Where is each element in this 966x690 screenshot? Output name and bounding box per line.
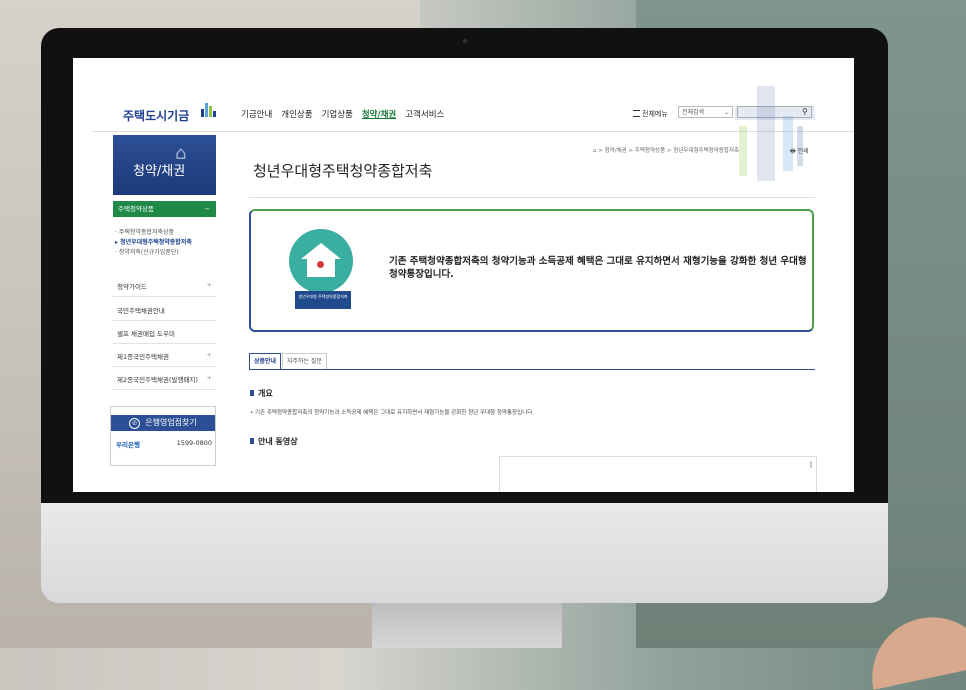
section-overview-text: • 기존 주택청약종합저축의 청약기능과 소득공제 혜택은 그대로 유지하면서 … xyxy=(250,410,535,416)
collapse-icon: − xyxy=(204,205,210,213)
sidebar-subitem-current[interactable]: ▸ 청년우대형주택청약종합저축 xyxy=(115,238,192,248)
product-summary-box: 청년우대형 주택청약종합저축 기존 주택청약종합저축의 청약기능과 소득공제 혜… xyxy=(249,209,814,332)
video-frame[interactable] xyxy=(499,456,817,492)
sidebar-item-bond-info[interactable]: 국민주택채권안내 xyxy=(113,300,216,321)
bank-finder-button[interactable]: ✆ 은행영업점찾기 xyxy=(111,415,215,431)
main-nav: 기금안내 개인상품 기업상품 청약/채권 고객서비스 xyxy=(241,108,444,120)
sidebar-subitem[interactable]: · 청약저축(신규가입중단) xyxy=(115,248,192,258)
scrollbar[interactable] xyxy=(810,461,812,468)
all-menu-label: 전체메뉴 xyxy=(642,110,668,118)
sidebar-item-guide[interactable]: 청약가이드 + xyxy=(113,276,216,297)
nav-item-personal[interactable]: 개인상품 xyxy=(281,108,312,120)
screen: 주택도시기금 기금안내 개인상품 기업상품 청약/채권 고객서비스 전체메뉴 전… xyxy=(73,58,854,492)
book-icon xyxy=(250,438,254,444)
sidebar-item-self-bond[interactable]: 셀프 채권매입 도우미 xyxy=(113,323,216,344)
tab-bar: 상품안내 자주하는 질문 xyxy=(249,350,815,370)
menu-icon xyxy=(633,110,640,117)
sidebar-item-active[interactable]: 주택청약상품 − xyxy=(113,201,216,217)
expand-icon: + xyxy=(206,351,212,359)
sidebar-header: 청약/채권 ⌂ xyxy=(113,135,216,195)
key-icon xyxy=(317,261,324,268)
tab-faq[interactable]: 자주하는 질문 xyxy=(282,353,328,369)
page-title: 청년우대형주택청약종합저축 xyxy=(253,162,433,180)
search-scope-select[interactable]: 전체검색 ⌄ xyxy=(678,106,733,118)
bank-finder-title: 은행영업점찾기 xyxy=(145,418,197,427)
sidebar-item-bond-1[interactable]: 제1종국민주택채권 + xyxy=(113,346,216,367)
camera-icon xyxy=(463,39,467,43)
nav-item-subscription[interactable]: 청약/채권 xyxy=(362,108,396,120)
bank-name: 우리은행 xyxy=(116,441,140,449)
sidebar-item-bond-2[interactable]: 제2종국민주택채권(발행패지) + xyxy=(113,369,216,390)
nav-item-customer[interactable]: 고객서비스 xyxy=(405,108,444,120)
search-scope-value: 전체검색 xyxy=(682,109,705,116)
sidebar-subitem[interactable]: · 주택청약종합저축상품 xyxy=(115,228,192,238)
house-key-illustration xyxy=(289,229,353,293)
nav-item-fund-info[interactable]: 기금안내 xyxy=(241,108,272,120)
decorative-bars xyxy=(735,86,815,181)
monitor-stand xyxy=(372,603,562,648)
all-menu-button[interactable]: 전체메뉴 xyxy=(633,109,668,119)
bank-row: 우리은행 1599-0800 xyxy=(116,439,212,449)
section-overview-title: 개요 xyxy=(250,388,273,399)
tab-product-info[interactable]: 상품안내 xyxy=(249,353,282,369)
sidebar-active-label: 주택청약상품 xyxy=(118,205,154,213)
section-video-title: 안내 동영상 xyxy=(250,436,298,447)
sidebar-sublist: · 주택청약종합저축상품 ▸ 청년우대형주택청약종합저축 · 청약저축(신규가입… xyxy=(115,228,192,258)
logo-text[interactable]: 주택도시기금 xyxy=(123,107,189,124)
expand-icon: + xyxy=(206,374,212,382)
phone-icon: ✆ xyxy=(129,418,141,429)
expand-icon: + xyxy=(206,281,212,289)
roof-icon xyxy=(301,243,341,259)
product-summary-text: 기존 주택청약종합저축의 청약기능과 소득공제 혜택은 그대로 유지하면서 재형… xyxy=(389,256,807,280)
title-divider xyxy=(249,197,815,198)
bank-finder-box: ✆ 은행영업점찾기 우리은행 1599-0800 xyxy=(110,406,216,466)
building-icon: ⌂ xyxy=(175,143,187,164)
bank-tel: 1599-0800 xyxy=(176,439,212,447)
breadcrumb: ⌂ > 청약/채권 > 주택청약상품 > 청년우대형주택청약종합저축 xyxy=(593,148,740,154)
print-button[interactable]: 🖶 인쇄 xyxy=(790,146,809,157)
chevron-down-icon: ⌄ xyxy=(723,109,729,116)
product-badge: 청년우대형 주택청약종합저축 xyxy=(295,291,351,309)
monitor-chin xyxy=(41,503,888,603)
nav-item-business[interactable]: 기업상품 xyxy=(322,108,353,120)
logo-icon xyxy=(201,103,216,117)
book-icon xyxy=(250,390,254,396)
